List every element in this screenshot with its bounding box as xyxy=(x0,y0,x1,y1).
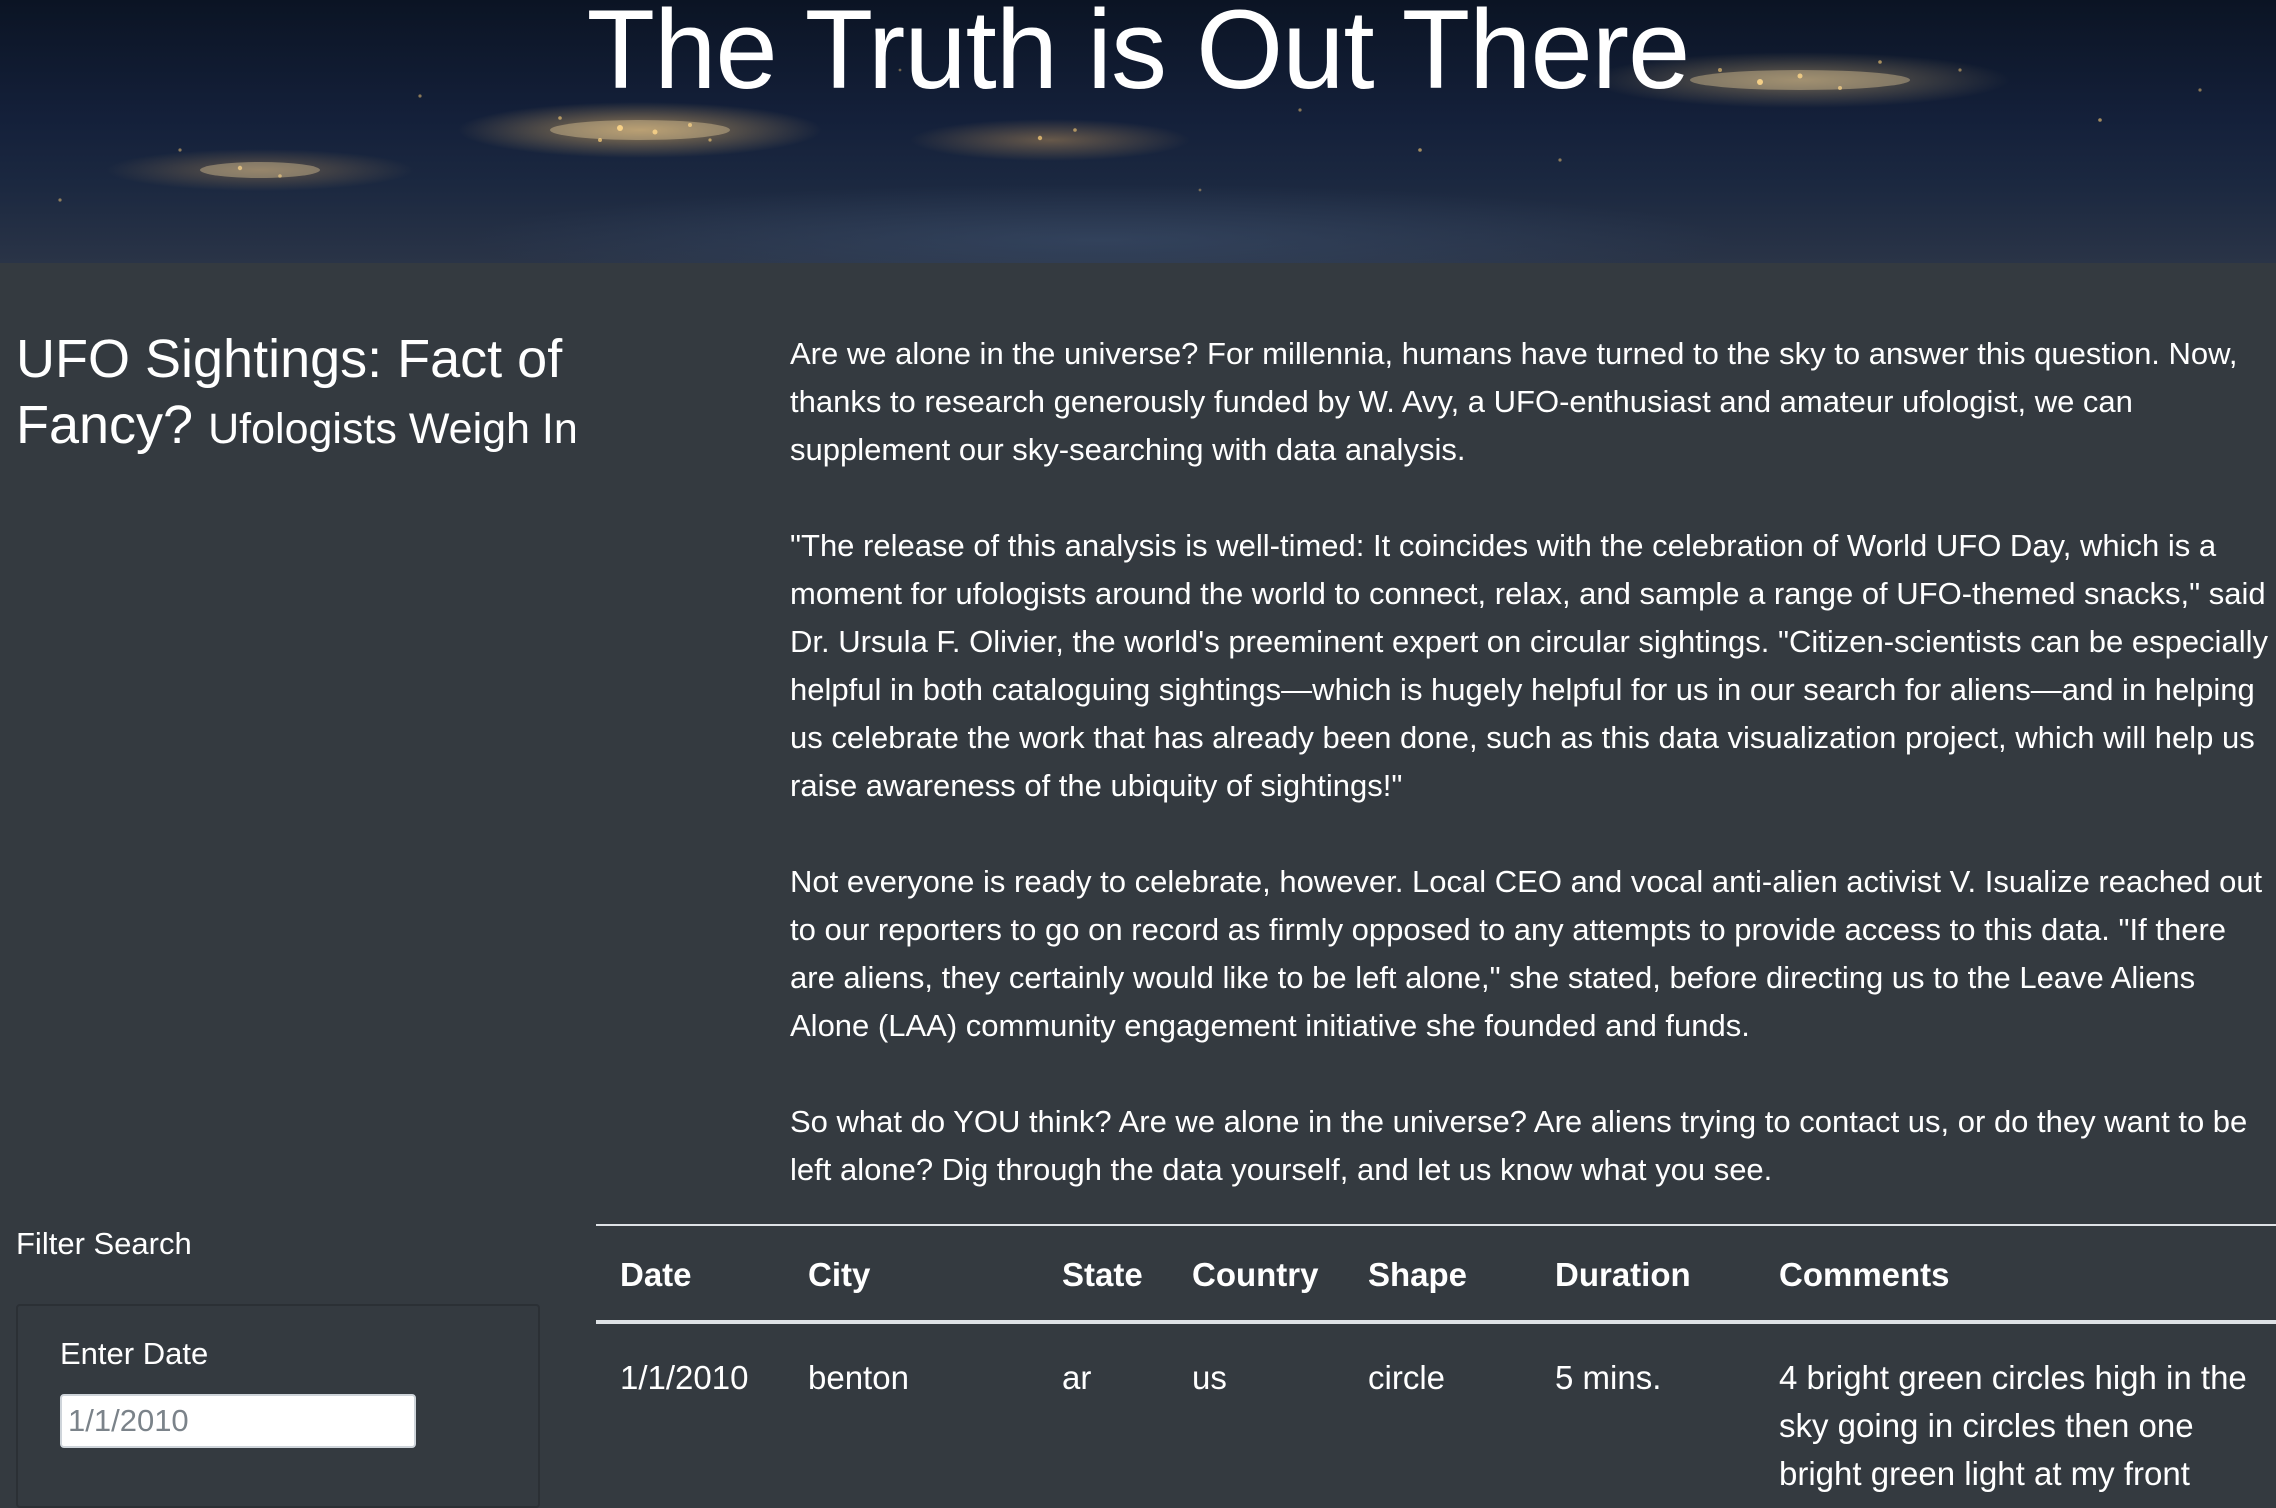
column-header-city: City xyxy=(784,1224,1038,1324)
sightings-table-container: Date City State Country Shape Duration C… xyxy=(596,1224,2276,1498)
article-body: Are we alone in the universe? For millen… xyxy=(790,330,2276,1242)
article-headline: UFO Sightings: Fact of Fancy? Ufologists… xyxy=(16,326,616,462)
cell-city: benton xyxy=(808,1359,909,1396)
hero-banner: The Truth is Out There xyxy=(0,0,2276,263)
cell-duration: 5 mins. xyxy=(1555,1359,1662,1396)
sightings-table: Date City State Country Shape Duration C… xyxy=(596,1224,2276,1498)
headline-subtitle: Ufologists Weigh In xyxy=(208,405,578,453)
article-paragraph: Not everyone is ready to celebrate, howe… xyxy=(790,864,2263,1043)
cell-state: ar xyxy=(1062,1359,1092,1396)
filter-panel: Enter Date xyxy=(16,1304,540,1508)
cell-shape: circle xyxy=(1368,1359,1446,1396)
column-header-date: Date xyxy=(596,1224,784,1324)
table-header: Date City State Country Shape Duration C… xyxy=(596,1224,2276,1324)
article-paragraph: So what do YOU think? Are we alone in th… xyxy=(790,1104,2248,1187)
table-row: 1/1/2010 benton ar us circle 5 mins. 4 b… xyxy=(596,1322,2276,1498)
date-filter-label: Enter Date xyxy=(60,1336,209,1371)
column-header-duration: Duration xyxy=(1531,1224,1755,1324)
cell-country: us xyxy=(1192,1359,1227,1396)
article-paragraph: Are we alone in the universe? For millen… xyxy=(790,336,2238,467)
article-paragraph: "The release of this analysis is well-ti… xyxy=(790,528,2268,803)
page-title: The Truth is Out There xyxy=(586,0,1691,112)
column-header-shape: Shape xyxy=(1344,1224,1531,1324)
column-header-comments: Comments xyxy=(1755,1224,2276,1324)
cell-comments: 4 bright green circles high in the sky g… xyxy=(1779,1359,2247,1492)
date-filter-input[interactable] xyxy=(60,1394,416,1448)
cell-date: 1/1/2010 xyxy=(620,1359,749,1396)
column-header-country: Country xyxy=(1168,1224,1344,1324)
column-header-state: State xyxy=(1038,1224,1168,1324)
table-header-row: Date City State Country Shape Duration C… xyxy=(596,1224,2276,1324)
filter-search-title: Filter Search xyxy=(16,1226,192,1261)
table-body: 1/1/2010 benton ar us circle 5 mins. 4 b… xyxy=(596,1322,2276,1498)
